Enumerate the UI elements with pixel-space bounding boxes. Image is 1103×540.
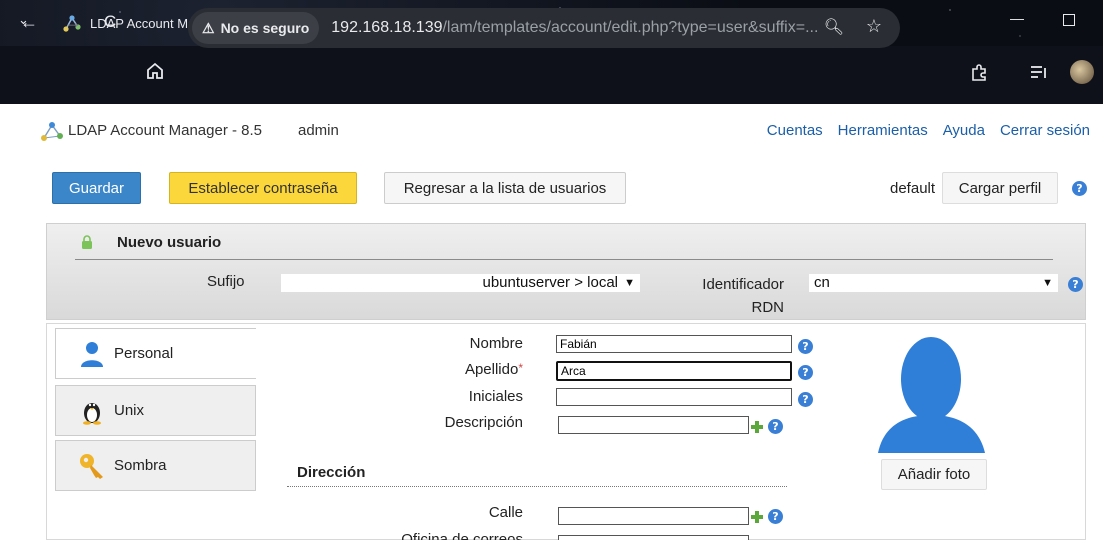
key-icon [80, 453, 103, 479]
postbox-input[interactable] [558, 535, 749, 540]
maximize-window-icon[interactable] [1063, 14, 1075, 26]
suffix-label: Sufijo [207, 273, 245, 290]
lam-logo-icon [41, 122, 63, 141]
initials-input[interactable] [556, 388, 792, 406]
back-to-list-button[interactable]: Regresar a la lista de usuarios [384, 172, 626, 204]
profile-name: default [890, 180, 936, 197]
browser-toolbar [0, 46, 1103, 104]
help-icon[interactable]: ? [798, 365, 813, 380]
rdn-select[interactable]: cn ▼ [809, 274, 1058, 292]
browser-profile-avatar[interactable] [1070, 60, 1094, 84]
app-title: LDAP Account Manager - 8.5 [68, 122, 263, 139]
bookmark-star-icon[interactable]: ☆ [866, 16, 882, 37]
chevron-down-icon: ▼ [1042, 277, 1053, 289]
help-icon[interactable]: ? [768, 419, 783, 434]
description-label: Descripción [444, 414, 523, 431]
suffix-value: ubuntuserver > local [482, 274, 619, 291]
last-name-input[interactable]: Arca [556, 361, 792, 381]
add-photo-button[interactable]: Añadir foto [881, 459, 987, 490]
reload-icon[interactable]: C [104, 12, 116, 32]
nav-accounts[interactable]: Cuentas [767, 122, 823, 139]
back-arrow-icon[interactable]: ← [20, 12, 38, 33]
url-path: /lam/templates/account/edit.php?type=use… [442, 19, 819, 36]
rdn-label: Identificador RDN [702, 276, 784, 316]
street-label: Calle [488, 504, 523, 521]
extensions-icon[interactable] [970, 64, 988, 82]
nav-logout[interactable]: Cerrar sesión [1000, 122, 1090, 139]
help-icon[interactable]: ? [1072, 181, 1087, 196]
media-controls-icon[interactable] [1030, 65, 1048, 79]
rdn-value: cn [814, 274, 830, 291]
first-name-input[interactable]: Fabián [556, 335, 792, 353]
save-button[interactable]: Guardar [52, 172, 141, 204]
chevron-down-icon: ▼ [624, 277, 635, 289]
panel-divider [75, 259, 1053, 260]
top-navigation: Cuentas Herramientas Ayuda Cerrar sesión [767, 122, 1090, 139]
address-section-title: Dirección [297, 464, 366, 481]
zoom-icon[interactable]: 🔍︎ [824, 17, 844, 37]
tab-unix-label: Unix [114, 402, 145, 419]
suffix-select[interactable]: ubuntuserver > local ▼ [281, 274, 640, 292]
security-chip[interactable]: ⚠ No es seguro [192, 12, 320, 44]
warning-triangle-icon: ⚠ [202, 19, 215, 36]
last-name-label-text: Apellido [464, 361, 519, 378]
address-bar[interactable]: ⚠ No es seguro 192.168.18.139/lam/templa… [188, 8, 900, 48]
home-icon[interactable] [146, 62, 164, 80]
load-profile-button[interactable]: Cargar perfil [942, 172, 1058, 204]
address-section-divider [287, 486, 787, 487]
tab-shadow-label: Sombra [114, 457, 167, 474]
penguin-icon [83, 402, 101, 425]
first-name-label: Nombre [469, 335, 523, 352]
minimize-window-icon[interactable]: — [1010, 10, 1024, 26]
tab-shadow[interactable]: Sombra [55, 440, 256, 491]
nav-help[interactable]: Ayuda [943, 122, 985, 139]
lock-icon [82, 235, 92, 249]
description-input[interactable] [558, 416, 749, 434]
tab-personal-label: Personal [114, 345, 174, 362]
add-plus-icon[interactable] [751, 421, 763, 433]
postbox-label: Oficina de correos [401, 531, 523, 540]
help-icon[interactable]: ? [768, 509, 783, 524]
panel-title: Nuevo usuario [117, 234, 222, 251]
set-password-button[interactable]: Establecer contraseña [169, 172, 357, 204]
required-marker: * [518, 361, 523, 375]
help-icon[interactable]: ? [798, 392, 813, 407]
initials-label: Iniciales [468, 388, 523, 405]
tab-unix[interactable]: Unix [55, 385, 256, 436]
person-icon [81, 341, 103, 367]
forward-arrow-icon[interactable]: → [64, 12, 82, 33]
security-label: No es seguro [220, 20, 310, 36]
url-text[interactable]: 192.168.18.139/lam/templates/account/edi… [331, 19, 851, 37]
tab-personal[interactable]: Personal [55, 328, 256, 379]
url-host: 192.168.18.139 [331, 19, 443, 36]
help-icon[interactable]: ? [798, 339, 813, 354]
help-icon[interactable]: ? [1068, 277, 1083, 292]
current-user: admin [298, 122, 339, 139]
nav-tools[interactable]: Herramientas [838, 122, 928, 139]
street-input[interactable] [558, 507, 749, 525]
user-photo-placeholder-icon [878, 337, 985, 453]
last-name-label: Apellido* [363, 361, 523, 378]
add-plus-icon[interactable] [751, 511, 763, 523]
